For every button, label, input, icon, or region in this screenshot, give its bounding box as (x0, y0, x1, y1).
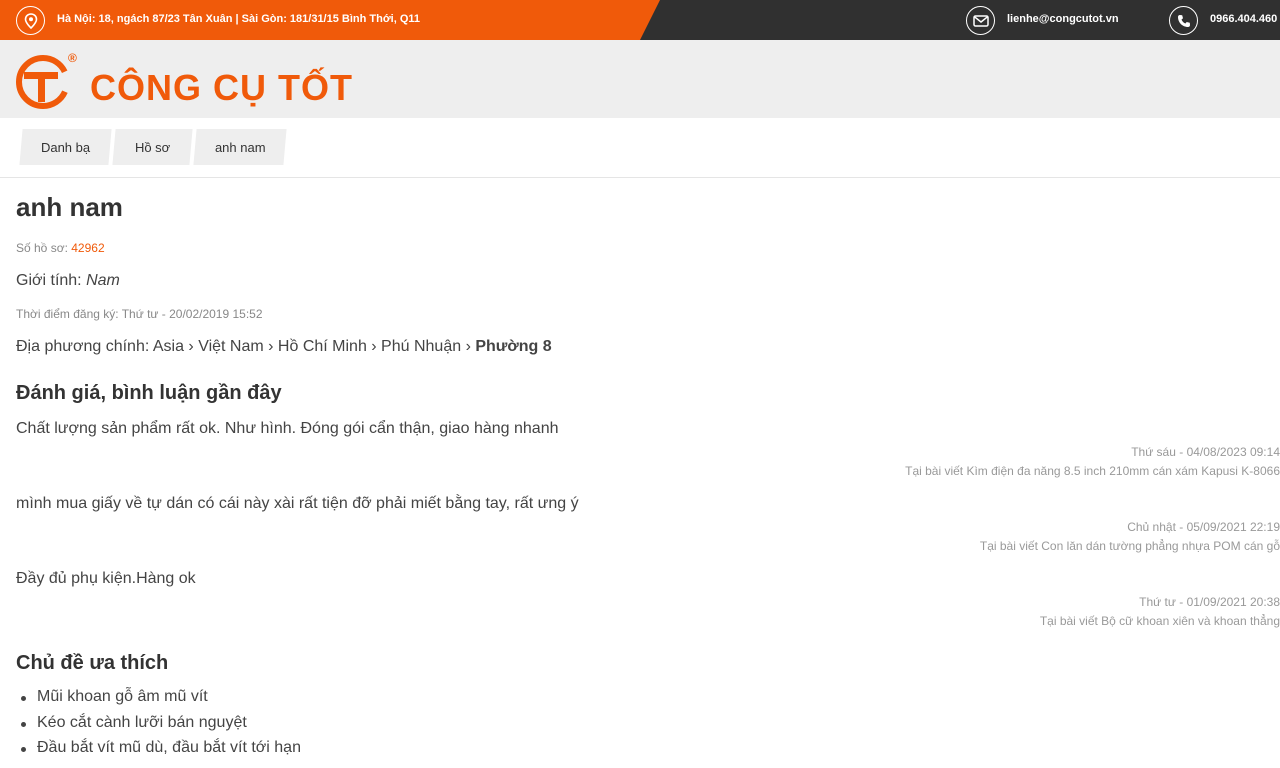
profile-location: Địa phương chính: Asia › Việt Nam › Hồ C… (16, 338, 552, 355)
page-title: anh nam (16, 192, 123, 222)
topic-link[interactable]: Đầu bắt vít mũ dù, đầu bắt vít tới hạn (16, 739, 301, 765)
profile-location-last: Phường 8 (475, 338, 552, 355)
phone-icon[interactable] (1169, 6, 1198, 35)
top-contact-bar: Hà Nội: 18, ngách 87/23 Tân Xuân | Sài G… (0, 0, 1280, 40)
review-article-link[interactable]: Tại bài viết Bộ cữ khoan xiên và khoan t… (1040, 614, 1280, 628)
profile-gender: Giới tính: Nam (16, 272, 120, 289)
topic-link[interactable]: Mũi khoan gỗ âm mũ vít (16, 688, 301, 714)
breadcrumb-item-danh-ba[interactable]: Danh bạ (19, 129, 112, 165)
review-article-link[interactable]: Tại bài viết Con lăn dán tường phẳng nhự… (980, 539, 1280, 553)
profile-id: Số hồ sơ: 42962 (16, 241, 105, 255)
review-date: Chủ nhật - 05/09/2021 22:19 (1127, 520, 1280, 534)
contact-phone-link[interactable]: 0966.404.460 (1210, 13, 1277, 25)
profile-id-value: 42962 (71, 241, 105, 255)
profile-registered: Thời điểm đăng ký: Thứ tư - 20/02/2019 1… (16, 307, 263, 321)
breadcrumb-item-ho-so[interactable]: Hồ sơ (112, 129, 193, 165)
review-date: Thứ sáu - 04/08/2023 09:14 (1131, 445, 1280, 459)
brand-name[interactable]: CÔNG CỤ TỐT (90, 67, 353, 109)
brand-logo[interactable]: ® (16, 50, 86, 110)
breadcrumb: Danh bạ Hồ sơ anh nam (0, 118, 1280, 178)
store-address: Hà Nội: 18, ngách 87/23 Tân Xuân | Sài G… (57, 13, 421, 25)
reviews-section-title: Đánh giá, bình luận gần đây (16, 382, 282, 404)
profile-location-path: Asia › Việt Nam › Hồ Chí Minh › Phú Nhuậ… (152, 338, 471, 355)
contact-email-link[interactable]: lienhe@congcutot.vn (1007, 13, 1119, 25)
review-date: Thứ tư - 01/09/2021 20:38 (1139, 595, 1280, 609)
profile-gender-value: Nam (86, 272, 120, 289)
brand-logo-mark: ® (16, 51, 77, 109)
site-header: ® CÔNG CỤ TỐT (0, 40, 1280, 118)
registered-mark: ® (68, 51, 77, 65)
favorite-topics-list: Mũi khoan gỗ âm mũ vít Kéo cắt cành lưỡi… (16, 688, 301, 765)
breadcrumb-item-current[interactable]: anh nam (193, 129, 287, 165)
map-pin-icon (16, 6, 45, 35)
review-article-link[interactable]: Tại bài viết Kìm điện đa năng 8.5 inch 2… (905, 464, 1280, 478)
mail-icon[interactable] (966, 6, 995, 35)
review-text: mình mua giấy về tự dán có cái này xài r… (16, 495, 579, 512)
topic-link[interactable]: Kéo cắt cành lưỡi bán nguyệt (16, 714, 301, 740)
review-text: Chất lượng sản phẩm rất ok. Như hình. Đó… (16, 420, 559, 437)
review-text: Đầy đủ phụ kiện.Hàng ok (16, 570, 196, 587)
topics-section-title: Chủ đề ưa thích (16, 652, 169, 674)
